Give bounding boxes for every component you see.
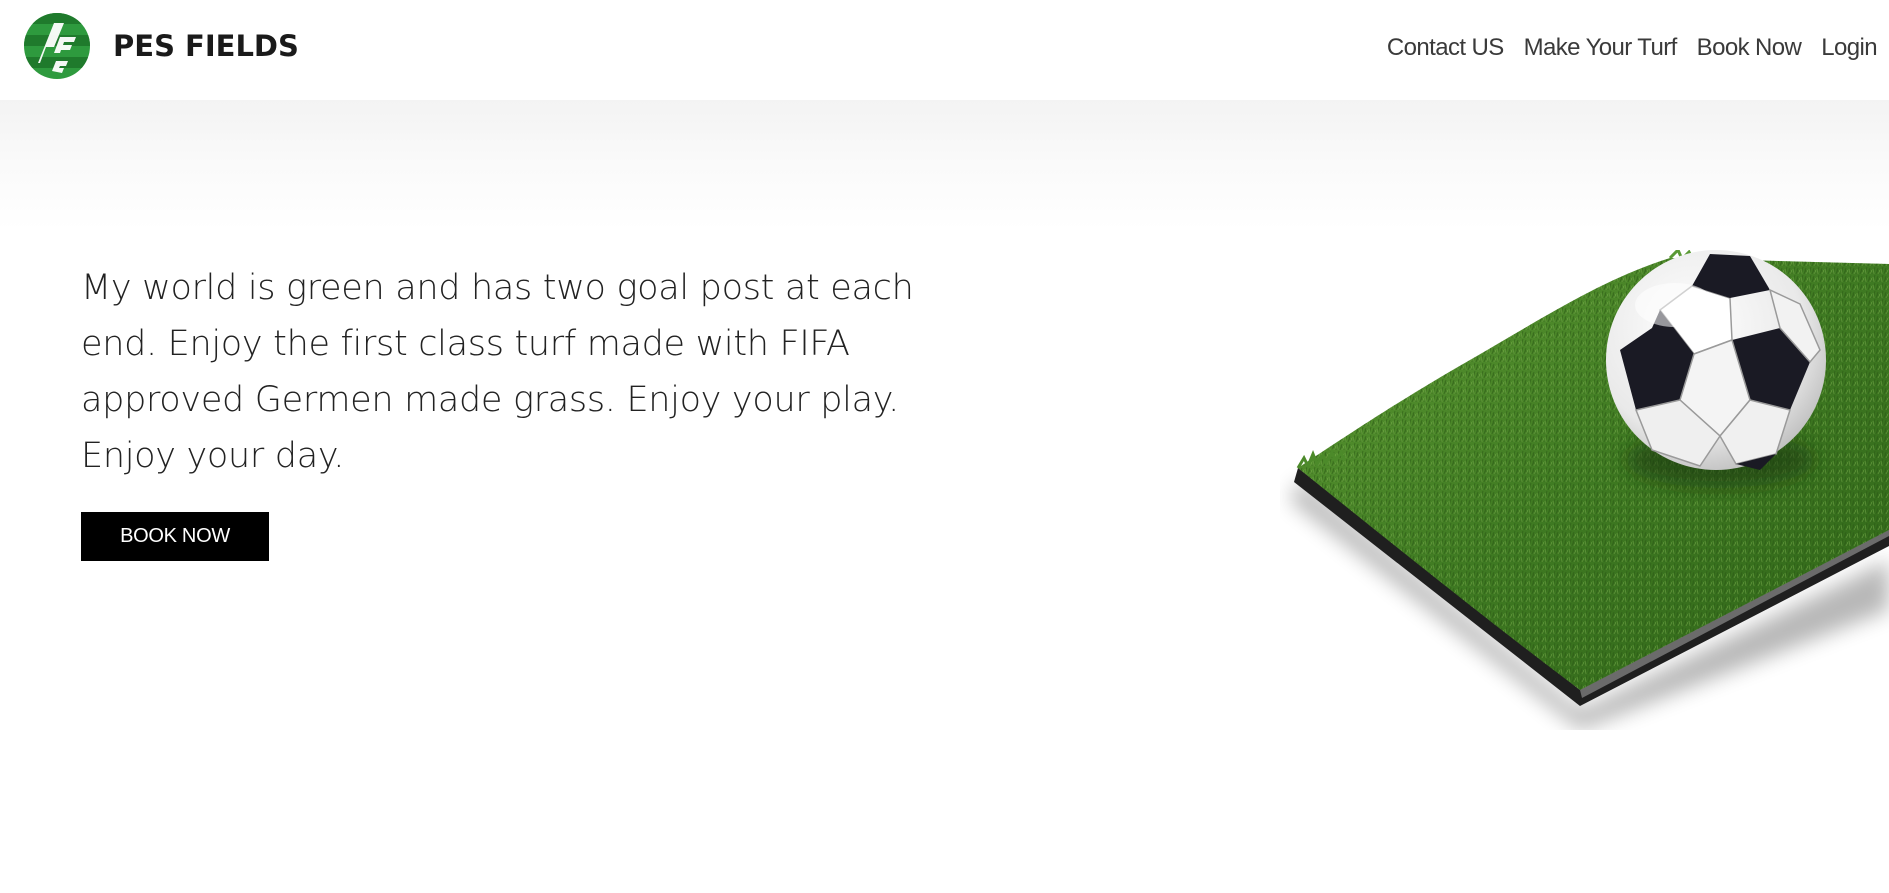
- book-now-button[interactable]: BOOK NOW: [81, 512, 269, 561]
- hero-tagline: My world is green and has two goal post …: [81, 268, 914, 476]
- nav-contact-us[interactable]: Contact US: [1387, 30, 1504, 66]
- main-nav: Contact US Make Your Turf Book Now Login: [1387, 30, 1878, 66]
- nav-book-now[interactable]: Book Now: [1697, 30, 1802, 66]
- hero-top-fade: [0, 100, 1889, 230]
- soccer-ball-icon: [1606, 250, 1826, 470]
- brand-home-link[interactable]: P E S PES FIELDS: [24, 13, 299, 79]
- logo-letter-p: P: [24, 13, 25, 14]
- soccer-ball-on-turf-image: [1290, 250, 1889, 730]
- nav-make-your-turf[interactable]: Make Your Turf: [1524, 30, 1678, 66]
- logo-letter-e: E: [24, 13, 25, 14]
- pes-logo-icon: P E S: [24, 13, 90, 79]
- site-header: P E S PES FIELDS Contact US Make Your Tu…: [0, 0, 1889, 100]
- nav-login[interactable]: Login: [1821, 30, 1877, 66]
- brand-name: PES FIELDS: [113, 29, 299, 63]
- logo-letter-s: S: [24, 13, 25, 14]
